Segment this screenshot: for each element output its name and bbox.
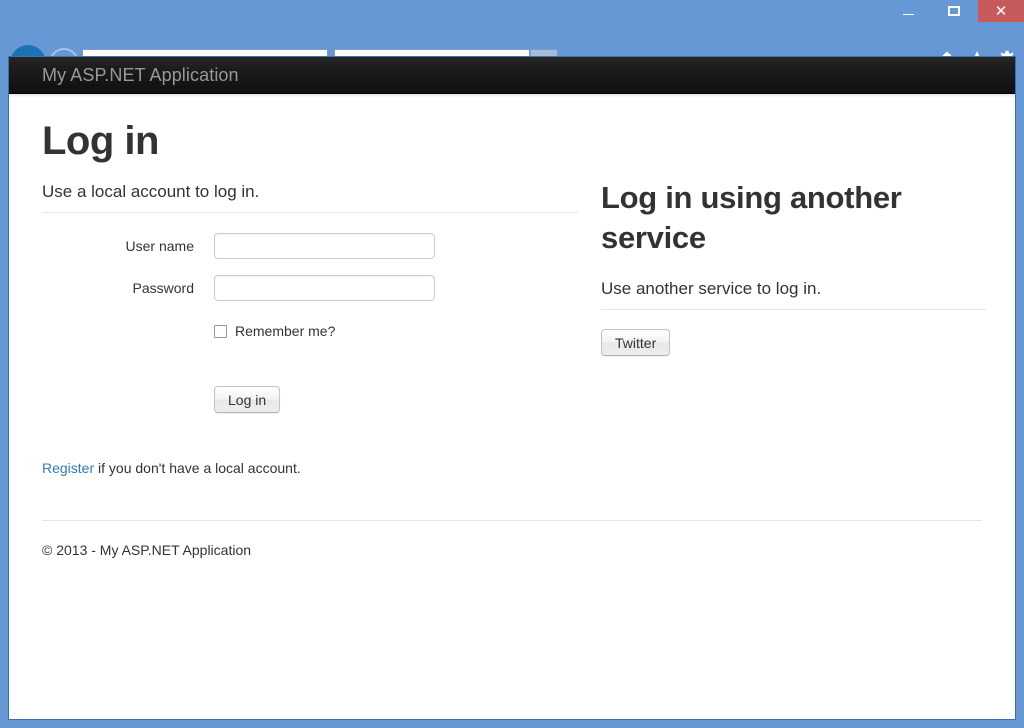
password-label: Password bbox=[132, 280, 194, 296]
maximize-icon bbox=[948, 6, 960, 16]
external-login-divider bbox=[601, 309, 986, 311]
register-line: Register if you don't have a local accou… bbox=[42, 460, 578, 476]
browser-window: ✕ http: bbox=[0, 0, 1024, 728]
window-maximize-button[interactable] bbox=[931, 0, 977, 22]
twitter-login-button[interactable]: Twitter bbox=[601, 329, 671, 357]
external-provider-row: Twitter bbox=[601, 329, 986, 357]
login-button-row: Log in bbox=[214, 386, 578, 413]
external-login-title: Log in using another service bbox=[601, 180, 902, 255]
page-title: Log in bbox=[42, 119, 159, 163]
minimize-icon bbox=[902, 13, 914, 15]
local-login-divider bbox=[42, 212, 578, 213]
page-container: Log in Use a local account to log in. Us… bbox=[9, 120, 1015, 476]
register-rest-text: if you don't have a local account. bbox=[94, 460, 301, 476]
password-row: Password bbox=[42, 275, 578, 301]
external-login-column: Log in using another service Use another… bbox=[593, 180, 986, 476]
local-login-column: Use a local account to log in. User name… bbox=[42, 182, 593, 476]
username-row: User name bbox=[42, 233, 578, 259]
site-brand[interactable]: My ASP.NET Application bbox=[42, 65, 239, 86]
footer-divider bbox=[42, 520, 982, 521]
local-login-lead: Use a local account to log in. bbox=[42, 182, 260, 201]
browser-toolbar: http://www.wingtiptoys.com/ bbox=[0, 22, 1024, 81]
window-close-button[interactable]: ✕ bbox=[978, 0, 1024, 22]
register-link[interactable]: Register bbox=[42, 460, 94, 476]
password-input[interactable] bbox=[214, 275, 435, 301]
window-caption-bar: ✕ bbox=[0, 0, 1024, 22]
content-columns: Use a local account to log in. User name… bbox=[42, 180, 986, 476]
remember-me-row: Remember me? bbox=[214, 323, 578, 339]
remember-me-checkbox[interactable] bbox=[214, 324, 227, 338]
navbar-shadow bbox=[9, 94, 1015, 98]
close-icon: ✕ bbox=[994, 2, 1008, 20]
page-viewport: My ASP.NET Application Log in Use a loca… bbox=[8, 56, 1016, 720]
site-navbar: My ASP.NET Application bbox=[9, 57, 1015, 94]
remember-me-label: Remember me? bbox=[235, 323, 336, 339]
username-input[interactable] bbox=[214, 233, 435, 259]
external-login-lead: Use another service to log in. bbox=[601, 279, 822, 299]
footer-copyright: © 2013 - My ASP.NET Application bbox=[42, 542, 252, 558]
site-footer: © 2013 - My ASP.NET Application bbox=[9, 520, 1015, 558]
login-button[interactable]: Log in bbox=[214, 386, 281, 413]
username-label: User name bbox=[125, 238, 194, 254]
window-minimize-button[interactable] bbox=[885, 0, 931, 22]
